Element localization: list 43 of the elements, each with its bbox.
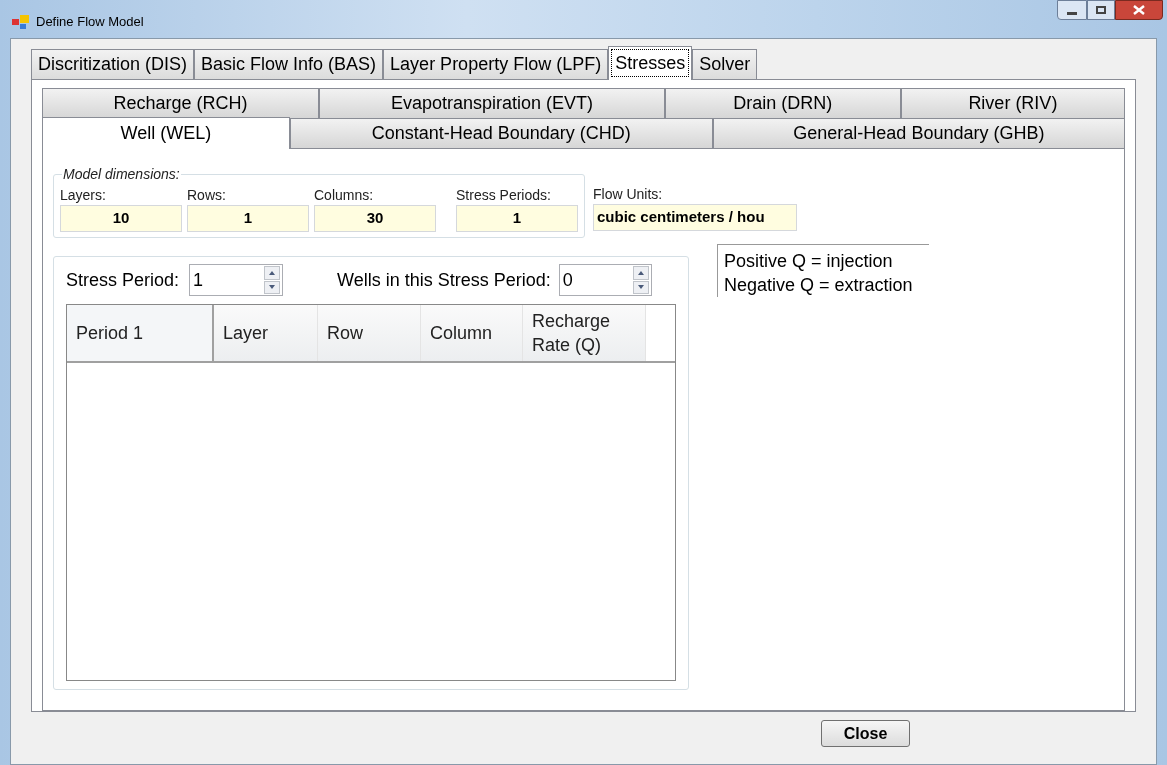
spinner-value: 1 (192, 268, 205, 292)
tab[interactable]: Basic Flow Info (BAS) (194, 49, 384, 79)
maximize-button[interactable] (1087, 0, 1115, 20)
legend-text: Negative Q = extraction (724, 274, 914, 297)
field-label: Stress Periods: (456, 186, 552, 205)
input-field[interactable]: 30 (314, 205, 436, 232)
close-icon (1133, 5, 1145, 15)
legend-text: Positive Q = injection (724, 250, 894, 273)
tab[interactable]: Well (WEL) (42, 117, 290, 149)
column-header[interactable]: Layer (214, 305, 318, 361)
field-label: Layers: (60, 186, 107, 205)
field-label: Columns: (314, 186, 375, 205)
close-button[interactable]: Close (821, 720, 910, 747)
tab[interactable]: Solver (692, 49, 758, 79)
group-title: Model dimensions: (62, 165, 181, 184)
tab[interactable]: Discritization (DIS) (31, 49, 195, 79)
tab[interactable]: Evapotranspiration (EVT) (319, 88, 665, 118)
minimize-button[interactable] (1057, 0, 1087, 20)
tab[interactable]: Stresses (608, 46, 693, 80)
tab[interactable]: Recharge (RCH) (42, 88, 320, 118)
input-field[interactable]: cubic centimeters / hou (593, 204, 797, 231)
tab[interactable]: General-Head Boundary (GHB) (712, 118, 1125, 148)
column-header[interactable]: Column (421, 305, 523, 361)
number-spinner[interactable]: 1 (189, 264, 284, 296)
field-label: Stress Period: (66, 268, 180, 292)
tab[interactable]: Drain (DRN) (664, 88, 901, 118)
field-label: Flow Units: (593, 185, 664, 204)
app-icon (12, 15, 30, 29)
field-label: Rows: (187, 186, 227, 205)
window-title: Define Flow Model (36, 13, 144, 32)
field-label: Wells in this Stress Period: (337, 268, 551, 292)
column-header[interactable]: Recharge Rate (Q) (523, 305, 646, 361)
input-field[interactable]: 10 (60, 205, 182, 232)
spinner-value: 0 (561, 268, 574, 292)
tab[interactable]: Constant-Head Boundary (CHD) (289, 118, 713, 148)
tab[interactable]: Layer Property Flow (LPF) (383, 49, 609, 79)
column-header[interactable]: Row (318, 305, 421, 361)
column-header[interactable]: Period 1 (67, 305, 214, 361)
number-spinner[interactable]: 0 (558, 264, 652, 296)
input-field[interactable]: 1 (456, 205, 578, 232)
tab[interactable]: River (RIV) (900, 88, 1125, 118)
input-field[interactable]: 1 (187, 205, 309, 232)
close-window-button[interactable] (1115, 0, 1163, 20)
